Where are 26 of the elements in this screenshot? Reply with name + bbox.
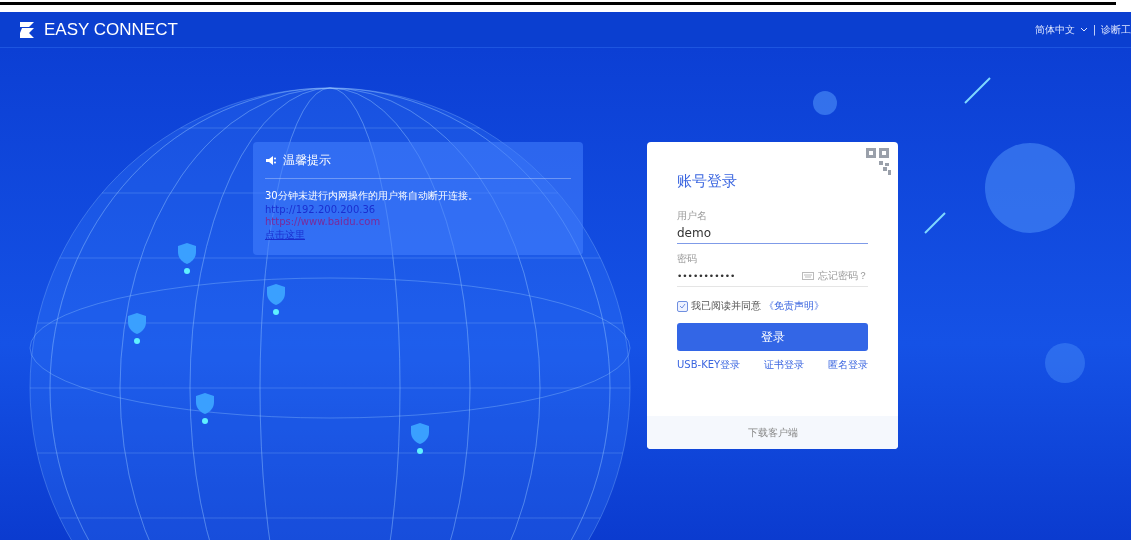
brand-name: EASY CONNECT [44,19,178,40]
logo-icon [18,20,36,39]
password-field[interactable]: ••••••••••• [677,271,802,281]
username-label: 用户名 [677,209,708,223]
forgot-password-link[interactable]: 忘记密码？ [818,269,868,283]
speaker-icon [265,155,277,166]
checkmark-icon [679,303,686,309]
diagnostic-tool-link[interactable]: 诊断工 [1101,22,1131,37]
language-selector[interactable]: 简体中文 [1034,22,1075,37]
notice-title: 温馨提示 [283,152,331,169]
alternative-login-link[interactable]: USB-KEY登录 [677,358,741,372]
disclaimer-link[interactable]: 《免责声明》 [764,299,824,313]
username-field[interactable]: demo [677,226,868,240]
agree-label: 我已阅读并同意 [691,299,761,313]
password-label: 密码 [677,252,698,266]
alternative-login-link[interactable]: 证书登录 [764,358,805,372]
separator: | [1092,24,1096,35]
qr-code-icon[interactable] [864,146,892,176]
notice-message: 30分钟未进行内网操作的用户将自动断开连接。 [265,189,479,203]
download-client-link[interactable]: 下载客户端 [747,425,798,440]
keyboard-icon[interactable] [802,272,814,280]
login-button[interactable]: 登录 [677,323,868,351]
agree-checkbox[interactable] [677,300,688,312]
chevron-down-icon [1079,27,1088,32]
login-title: 账号登录 [677,172,738,191]
alternative-login-link[interactable]: 匿名登录 [828,358,868,372]
